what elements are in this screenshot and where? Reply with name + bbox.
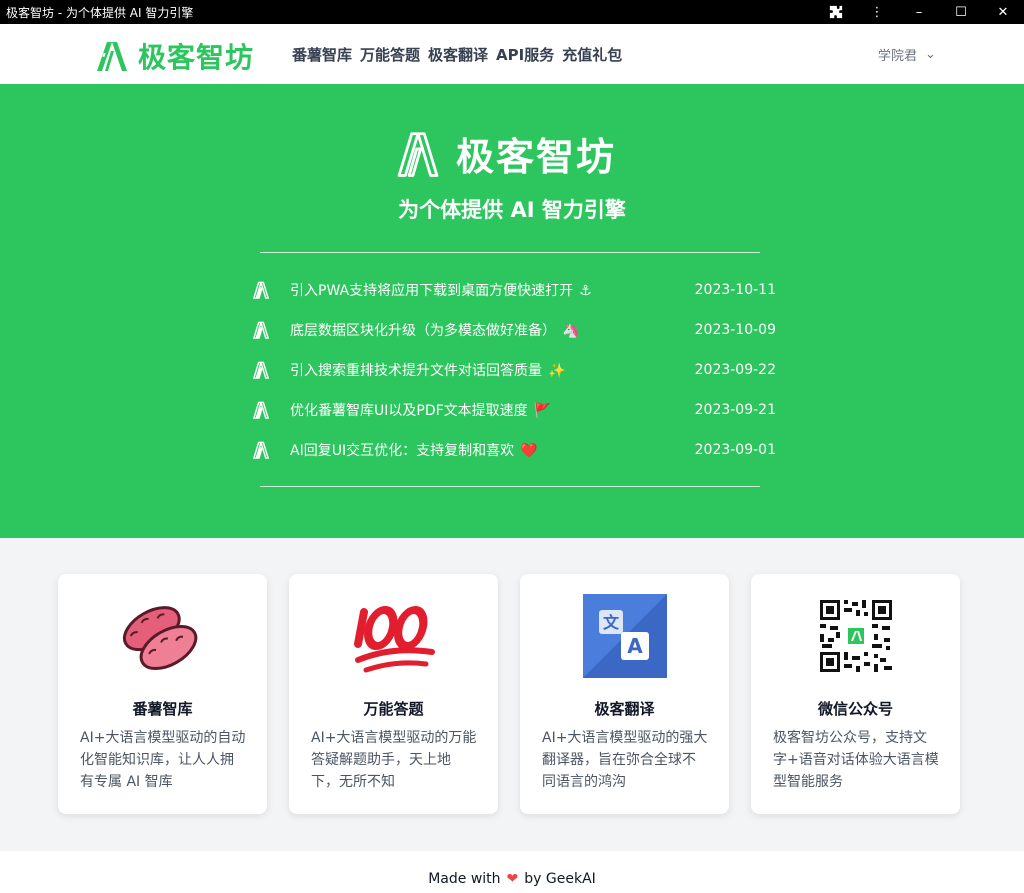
card-description: 极客智坊公众号，支持文字+语音对话体验大语言模型智能服务 xyxy=(773,730,939,790)
card-answer[interactable]: 万能答题 AI+大语言模型驱动的万能答疑解题助手，天上地下，无所不知 xyxy=(289,574,498,814)
card-description: AI+大语言模型驱动的万能答疑解题助手，天上地下，无所不知 xyxy=(311,730,477,790)
hundred-points-icon xyxy=(353,606,435,673)
divider xyxy=(260,252,760,253)
logo-icon xyxy=(397,131,439,177)
logo-icon xyxy=(252,441,270,459)
logo-text: 极客智坊 xyxy=(138,41,255,74)
window-titlebar: 极客智坊 - 为个体提供 AI 智力引擎 ⋮ – ☐ ✕ xyxy=(0,0,1024,24)
news-item[interactable]: 底层数据区块化升级（为多模态做好准备） 🦄 2023-10-09 xyxy=(252,310,776,350)
card-fanshu[interactable]: 番薯智库 AI+大语言模型驱动的自动化智能知识库，让人人拥有专属 AI 智库 xyxy=(58,574,267,814)
hero-section: 极客智坊 为个体提供 AI 智力引擎 引入PWA支持将应用下载到桌面方便快速打开… xyxy=(0,84,1024,538)
puzzle-icon[interactable] xyxy=(816,0,856,24)
nav-item-answer[interactable]: 万能答题 xyxy=(360,44,420,65)
news-item[interactable]: 引入PWA支持将应用下载到桌面方便快速打开 ⚓ 2023-10-11 xyxy=(252,270,776,310)
heart-icon: ❤️ xyxy=(520,443,538,459)
more-menu-icon[interactable]: ⋮ xyxy=(856,0,898,24)
minimize-button[interactable]: – xyxy=(898,0,940,24)
news-item[interactable]: AI回复UI交互优化：支持复制和喜欢 ❤️ 2023-09-01 xyxy=(252,430,776,470)
logo-icon xyxy=(97,42,127,71)
heart-icon: ❤ xyxy=(506,871,519,887)
card-description: AI+大语言模型驱动的强大翻译器，旨在弥合全球不同语言的鸿沟 xyxy=(542,730,708,790)
svg-text:文: 文 xyxy=(602,613,619,632)
news-date: 2023-09-22 xyxy=(694,362,776,378)
logo-icon xyxy=(252,361,270,379)
hero-tagline: 为个体提供 AI 智力引擎 xyxy=(398,198,626,222)
nav-item-api[interactable]: API服务 xyxy=(496,44,554,65)
logo-icon xyxy=(252,281,270,299)
card-description: AI+大语言模型驱动的自动化智能知识库，让人人拥有专属 AI 智库 xyxy=(80,730,246,790)
news-text: AI回复UI交互优化：支持复制和喜欢 ❤️ xyxy=(290,443,538,459)
card-title: 微信公众号 xyxy=(817,700,893,718)
news-item[interactable]: 优化番薯智库UI以及PDF文本提取速度 🚩 2023-09-21 xyxy=(252,390,776,430)
unicorn-icon: 🦄 xyxy=(562,323,580,339)
card-wechat[interactable]: 微信公众号 极客智坊公众号，支持文字+语音对话体验大语言模型智能服务 xyxy=(751,574,960,814)
footer-by: by GeekAI xyxy=(524,871,596,887)
top-nav: 极客智坊 番薯智库 万能答题 极客翻译 API服务 充值礼包 学院君 ⌄ xyxy=(0,24,1024,84)
nav-item-translate[interactable]: 极客翻译 xyxy=(428,44,488,65)
qr-code-icon xyxy=(819,600,892,672)
hero-title: 极客智坊 xyxy=(456,135,617,179)
window-title: 极客智坊 - 为个体提供 AI 智力引擎 xyxy=(6,5,194,20)
logo-icon xyxy=(252,321,270,339)
maximize-button[interactable]: ☐ xyxy=(940,0,982,24)
divider xyxy=(260,486,760,487)
footer-made-with: Made with xyxy=(428,871,501,887)
sweet-potato-icon xyxy=(122,606,197,670)
site-logo[interactable]: 极客智坊 xyxy=(94,36,254,76)
anchor-icon: ⚓ xyxy=(579,283,592,299)
nav-item-recharge[interactable]: 充值礼包 xyxy=(562,44,622,65)
feature-cards: 番薯智库 AI+大语言模型驱动的自动化智能知识库，让人人拥有专属 AI 智库 万… xyxy=(58,574,960,814)
chevron-down-icon: ⌄ xyxy=(925,47,936,62)
main-menu: 番薯智库 万能答题 极客翻译 API服务 充值礼包 xyxy=(292,44,622,65)
news-item[interactable]: 引入搜索重排技术提升文件对话回答质量 ✨ 2023-09-22 xyxy=(252,350,776,390)
news-date: 2023-10-09 xyxy=(694,322,776,338)
hero-brand: 极客智坊 xyxy=(396,126,616,181)
card-title: 万能答题 xyxy=(363,700,424,718)
user-menu[interactable]: 学院君 ⌄ xyxy=(878,45,936,64)
close-button[interactable]: ✕ xyxy=(982,0,1024,24)
sparkles-icon: ✨ xyxy=(548,363,566,379)
news-date: 2023-09-21 xyxy=(694,402,776,418)
nav-item-fanshu[interactable]: 番薯智库 xyxy=(292,44,352,65)
user-name: 学院君 xyxy=(878,49,918,64)
news-text: 引入搜索重排技术提升文件对话回答质量 ✨ xyxy=(290,363,566,379)
news-list: 引入PWA支持将应用下载到桌面方便快速打开 ⚓ 2023-10-11 底层数据区块… xyxy=(252,270,776,470)
flag-icon: 🚩 xyxy=(533,403,552,419)
news-date: 2023-10-11 xyxy=(694,282,776,298)
news-text: 引入PWA支持将应用下载到桌面方便快速打开 ⚓ xyxy=(290,283,592,299)
card-title: 极客翻译 xyxy=(594,700,655,718)
card-translate[interactable]: 文 A 极客翻译 AI+大语言模型驱动的强大翻译器，旨在弥合全球不同语言的鸿沟 xyxy=(520,574,729,814)
svg-text:A: A xyxy=(627,634,643,658)
news-date: 2023-09-01 xyxy=(694,442,776,458)
translate-icon: 文 A xyxy=(582,594,667,678)
news-text: 优化番薯智库UI以及PDF文本提取速度 🚩 xyxy=(290,403,552,419)
card-title: 番薯智库 xyxy=(132,700,193,718)
footer: Made with ❤ by GeekAI xyxy=(0,851,1024,893)
logo-icon xyxy=(252,401,270,419)
news-text: 底层数据区块化升级（为多模态做好准备） 🦄 xyxy=(290,323,580,339)
